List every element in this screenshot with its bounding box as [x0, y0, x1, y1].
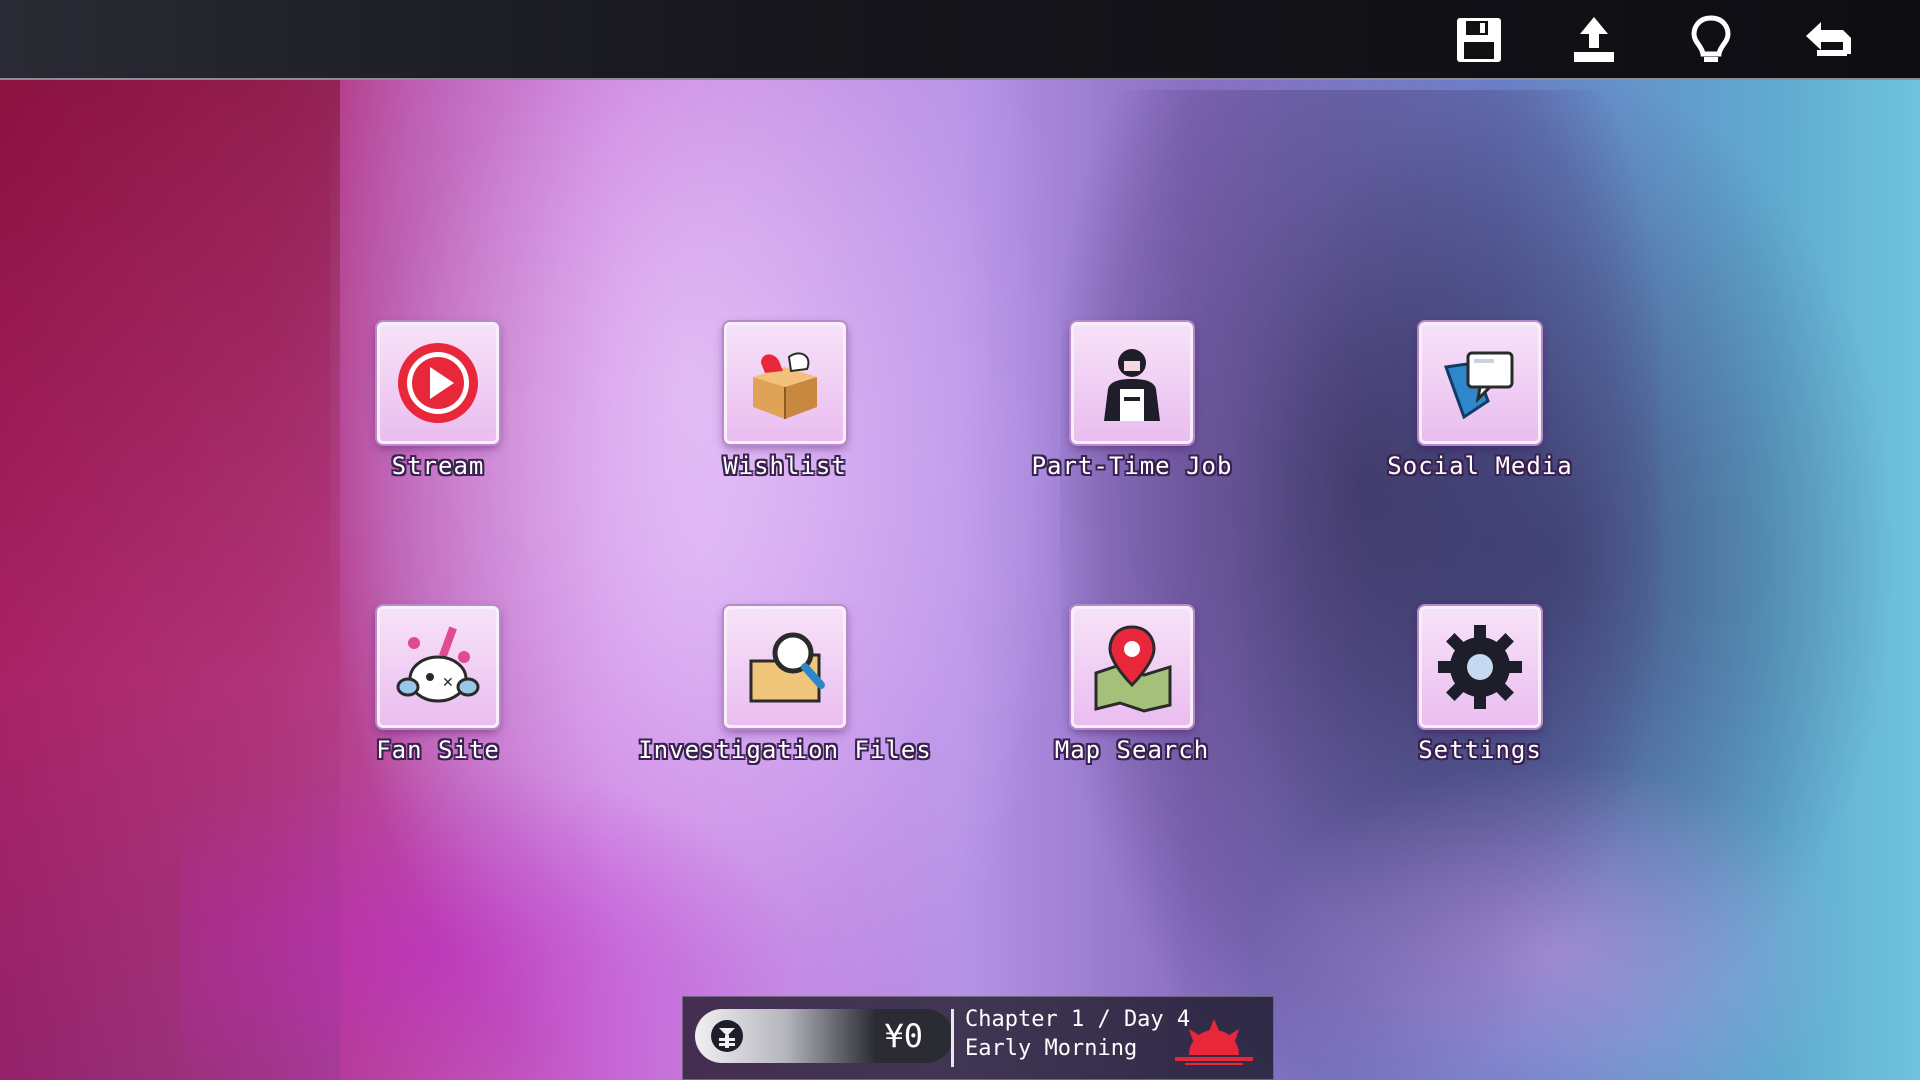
gift-box-icon: [753, 352, 817, 419]
map-pin-icon: [1094, 625, 1172, 713]
money-bag-icon: [711, 1020, 743, 1052]
app-label: Fan Site: [376, 736, 500, 764]
gear-icon: [1438, 625, 1522, 709]
money-value: ¥0: [884, 1017, 923, 1055]
app-settings[interactable]: Settings: [1330, 606, 1630, 816]
app-label: Part-Time Job: [1031, 452, 1233, 480]
app-tile[interactable]: [377, 322, 499, 444]
background-artwork: [0, 0, 1920, 1080]
app-label: Wishlist: [723, 452, 847, 480]
save-button[interactable]: [1447, 8, 1511, 72]
floppy-disk-icon: [1457, 18, 1501, 62]
back-arrow-icon: [1806, 22, 1851, 56]
status-divider: [951, 1009, 954, 1067]
app-label: Stream: [391, 452, 485, 480]
app-tile[interactable]: [1419, 322, 1541, 444]
lightbulb-icon: [1691, 15, 1731, 62]
app-tile[interactable]: [724, 606, 846, 728]
app-map-search[interactable]: Map Search: [982, 606, 1282, 816]
fan-mascot-icon: ✕: [396, 626, 480, 703]
time-of-day-text: Early Morning: [965, 1036, 1138, 1061]
app-tile[interactable]: ✕: [377, 606, 499, 728]
app-fan-site[interactable]: ✕ Fan Site: [288, 606, 588, 816]
app-label: Social Media: [1387, 452, 1573, 480]
app-label: Map Search: [1054, 736, 1210, 764]
load-button[interactable]: [1562, 8, 1626, 72]
upload-icon: [1574, 17, 1614, 62]
chat-bubbles-icon: [1443, 351, 1514, 420]
svg-text:✕: ✕: [442, 675, 454, 691]
app-tile[interactable]: [724, 322, 846, 444]
app-part-time-job[interactable]: Part-Time Job: [982, 322, 1282, 532]
chapter-day-text: Chapter 1 / Day 4: [965, 1007, 1191, 1032]
play-button-icon: [398, 343, 478, 423]
app-stream[interactable]: Stream: [288, 322, 588, 532]
app-tile[interactable]: [1071, 606, 1193, 728]
status-bar: ¥0 Chapter 1 / Day 4 Early Morning: [682, 996, 1274, 1080]
app-social-media[interactable]: Social Media: [1330, 322, 1630, 532]
app-label: Investigation Files: [638, 736, 932, 764]
app-tile[interactable]: [1419, 606, 1541, 728]
worker-icon: [1104, 349, 1160, 421]
back-button[interactable]: [1797, 8, 1861, 72]
money-display: ¥0: [695, 1009, 953, 1063]
hint-button[interactable]: [1679, 8, 1743, 72]
app-tile[interactable]: [1071, 322, 1193, 444]
top-toolbar: [0, 0, 1920, 80]
app-wishlist[interactable]: Wishlist: [635, 322, 935, 532]
magnifier-folder-icon: [749, 632, 825, 703]
app-investigation-files[interactable]: Investigation Files: [635, 606, 935, 816]
app-label: Settings: [1418, 736, 1542, 764]
sunrise-icon: [1175, 1019, 1253, 1065]
